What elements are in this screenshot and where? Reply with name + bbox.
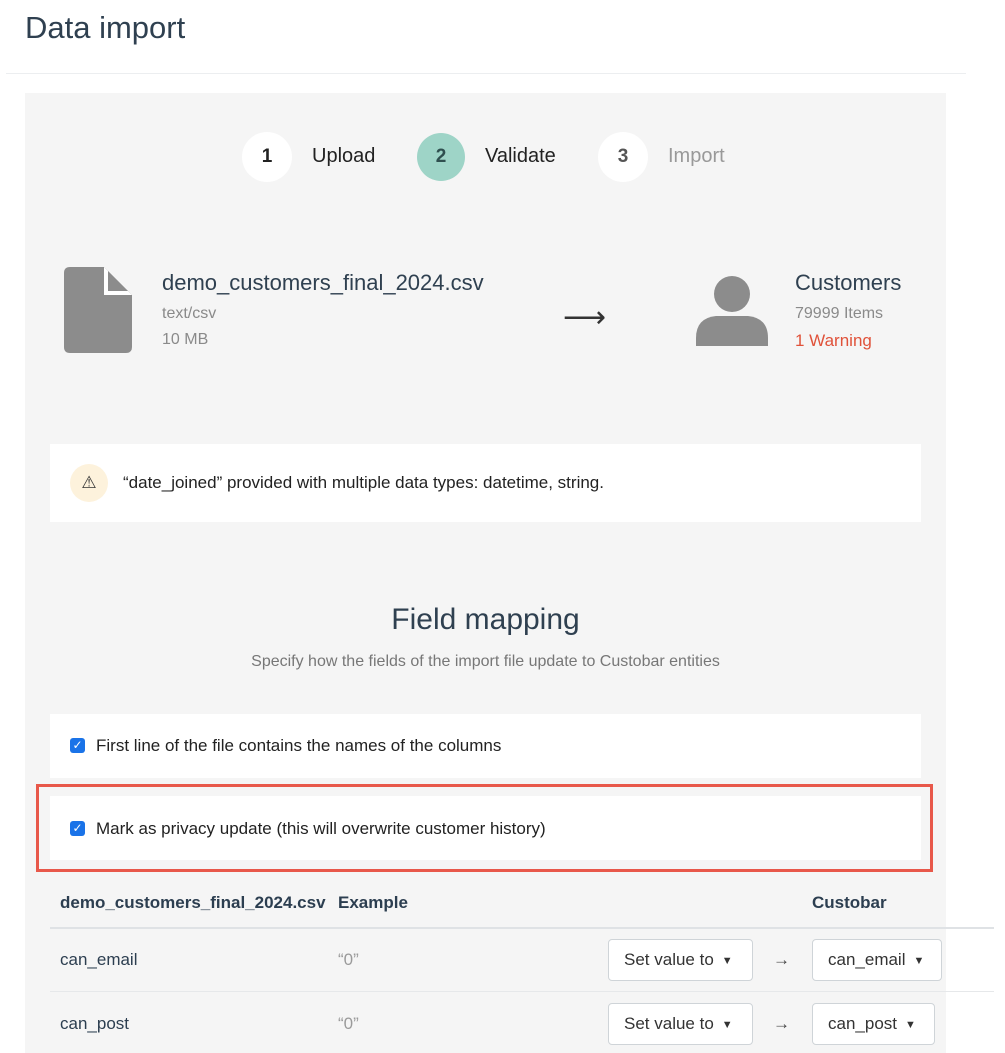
- caret-down-icon: ▼: [913, 954, 925, 967]
- select-value: Set value to: [624, 1014, 714, 1033]
- warning-count-link[interactable]: 1 Warning: [795, 331, 872, 351]
- page-title: Data import: [25, 10, 186, 45]
- column-header-custobar: Custobar: [812, 893, 887, 912]
- header-row-option: ✓ First line of the file contains the na…: [50, 714, 921, 778]
- row-divider: [50, 991, 994, 992]
- target-field-select[interactable]: can_post ▼: [812, 1003, 935, 1045]
- step-label: Validate: [485, 145, 556, 167]
- mapping-action-select[interactable]: Set value to ▼: [608, 939, 753, 981]
- header-row-label[interactable]: First line of the file contains the name…: [96, 736, 501, 756]
- warning-message: “date_joined” provided with multiple dat…: [123, 473, 604, 492]
- field-name: can_email: [60, 950, 138, 969]
- field-example: “0”: [338, 1014, 359, 1033]
- arrow-right-icon: ⟶: [563, 301, 607, 334]
- step-label: Import: [668, 145, 725, 167]
- caret-down-icon: ▼: [905, 1018, 916, 1031]
- field-mapping-title: Field mapping: [391, 603, 580, 636]
- field-mapping-subtitle: Specify how the fields of the import fil…: [251, 653, 720, 670]
- highlight-annotation: [36, 784, 933, 872]
- file-icon: [64, 267, 132, 353]
- arrow-right-icon: →: [773, 1014, 790, 1033]
- validation-warning: ⚠ “date_joined” provided with multiple d…: [50, 444, 921, 522]
- select-value: can_post: [828, 1014, 897, 1033]
- select-value: can_email: [828, 950, 906, 969]
- caret-down-icon: ▼: [721, 954, 733, 967]
- mapping-action-select[interactable]: Set value to ▼: [608, 1003, 753, 1045]
- step-label: Upload: [312, 145, 376, 167]
- column-header-example: Example: [338, 893, 408, 912]
- table-header-divider: [50, 927, 994, 929]
- step-number: 2: [417, 133, 465, 181]
- source-file-size: 10 MB: [162, 331, 209, 348]
- target-entity-name: Customers: [795, 270, 902, 295]
- target-item-count: 79999 Items: [795, 305, 884, 322]
- user-icon: [696, 276, 768, 346]
- step-number: 1: [242, 132, 292, 182]
- caret-down-icon: ▼: [721, 1018, 733, 1031]
- column-header-file: demo_customers_final_2024.csv: [60, 893, 326, 912]
- warning-icon: ⚠: [70, 464, 108, 502]
- target-field-select[interactable]: can_email ▼: [812, 939, 942, 981]
- step-number: 3: [598, 132, 648, 182]
- source-file-type: text/csv: [162, 305, 217, 322]
- header-row-checkbox[interactable]: ✓: [70, 738, 85, 753]
- source-file-name: demo_customers_final_2024.csv: [162, 270, 484, 295]
- arrow-right-icon: →: [773, 950, 790, 969]
- field-example: “0”: [338, 950, 359, 969]
- select-value: Set value to: [624, 950, 714, 969]
- title-divider: [6, 73, 966, 74]
- field-name: can_post: [60, 1014, 129, 1033]
